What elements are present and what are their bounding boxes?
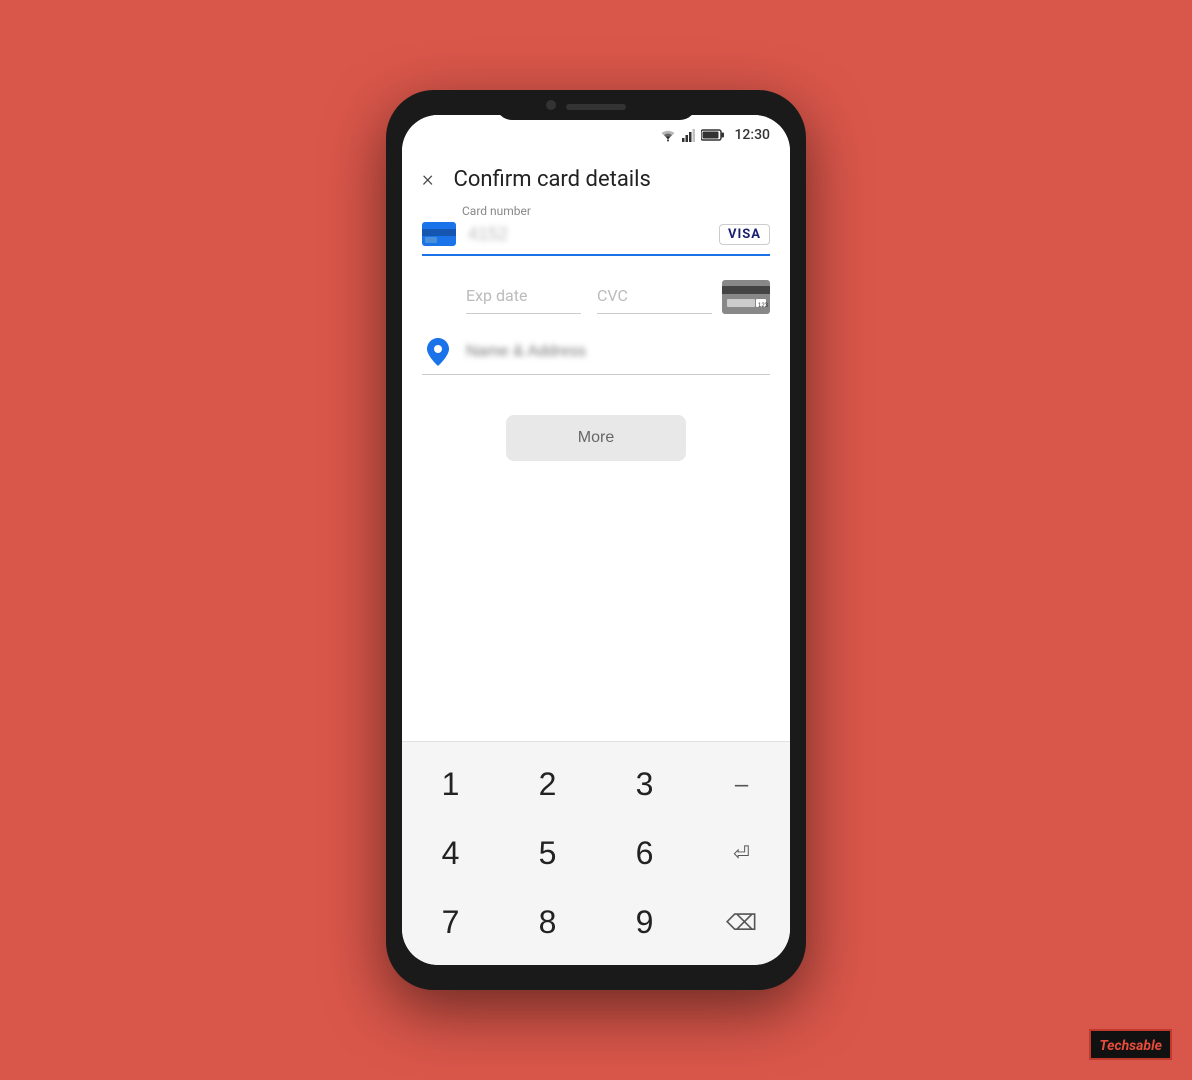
keypad: 1 2 3 – 4 5 6 ⏎ 7 8 9 ⌫ xyxy=(402,741,790,965)
phone-camera xyxy=(546,100,556,110)
address-section xyxy=(422,338,770,375)
key-6[interactable]: 6 xyxy=(596,819,693,888)
key-dash[interactable]: – xyxy=(693,750,790,819)
techsable-text: Techsable xyxy=(1099,1038,1162,1054)
exp-cvc-section: Exp date CVC 123 xyxy=(422,280,770,314)
key-1[interactable]: 1 xyxy=(402,750,499,819)
status-bar: 12:30 xyxy=(402,115,790,151)
key-5[interactable]: 5 xyxy=(499,819,596,888)
key-return[interactable]: ⏎ xyxy=(693,819,790,888)
cvc-placeholder: CVC xyxy=(597,286,628,305)
visa-badge: VISA xyxy=(719,224,770,245)
status-icons: 12:30 xyxy=(659,127,770,143)
more-button-container: More xyxy=(422,399,770,473)
keypad-row-1: 1 2 3 – xyxy=(402,750,790,819)
key-9[interactable]: 9 xyxy=(596,888,693,957)
app-header: × Confirm card details xyxy=(402,151,790,204)
key-3[interactable]: 3 xyxy=(596,750,693,819)
card-number-row: VISA xyxy=(422,222,770,256)
form-area: Card number VISA xyxy=(402,204,790,741)
key-4[interactable]: 4 xyxy=(402,819,499,888)
key-7[interactable]: 7 xyxy=(402,888,499,957)
status-time: 12:30 xyxy=(734,127,770,143)
location-icon xyxy=(427,338,449,366)
phone-screen: 12:30 × Confirm card details Card number xyxy=(402,115,790,965)
svg-text:123: 123 xyxy=(758,303,769,309)
app-content: × Confirm card details Card number xyxy=(402,151,790,965)
name-address-input[interactable] xyxy=(466,343,770,361)
cvc-field[interactable]: CVC xyxy=(597,286,712,314)
wifi-icon xyxy=(659,128,677,142)
card-number-section: Card number VISA xyxy=(422,204,770,256)
techsable-watermark: Techsable xyxy=(1089,1029,1172,1060)
keypad-row-3: 7 8 9 ⌫ xyxy=(402,888,790,957)
credit-card-icon xyxy=(422,222,456,246)
card-number-input[interactable] xyxy=(468,224,707,245)
signal-icon xyxy=(682,128,696,142)
exp-date-placeholder: Exp date xyxy=(466,286,527,305)
phone-device: 12:30 × Confirm card details Card number xyxy=(386,90,806,990)
card-icon-wrapper xyxy=(422,222,456,246)
exp-cvc-row: Exp date CVC 123 xyxy=(422,280,770,314)
phone-speaker xyxy=(566,104,626,110)
address-row xyxy=(422,338,770,375)
page-title: Confirm card details xyxy=(454,167,651,192)
keypad-row-2: 4 5 6 ⏎ xyxy=(402,819,790,888)
cvc-card-icon: 123 xyxy=(722,280,770,314)
exp-date-field[interactable]: Exp date xyxy=(466,286,581,314)
key-2[interactable]: 2 xyxy=(499,750,596,819)
key-backspace[interactable]: ⌫ xyxy=(693,888,790,957)
location-icon-wrapper xyxy=(422,338,454,366)
phone-notch xyxy=(496,90,696,120)
battery-icon xyxy=(701,128,725,142)
close-button[interactable]: × xyxy=(422,167,434,192)
key-8[interactable]: 8 xyxy=(499,888,596,957)
more-button[interactable]: More xyxy=(506,415,686,461)
card-number-label: Card number xyxy=(422,204,770,218)
